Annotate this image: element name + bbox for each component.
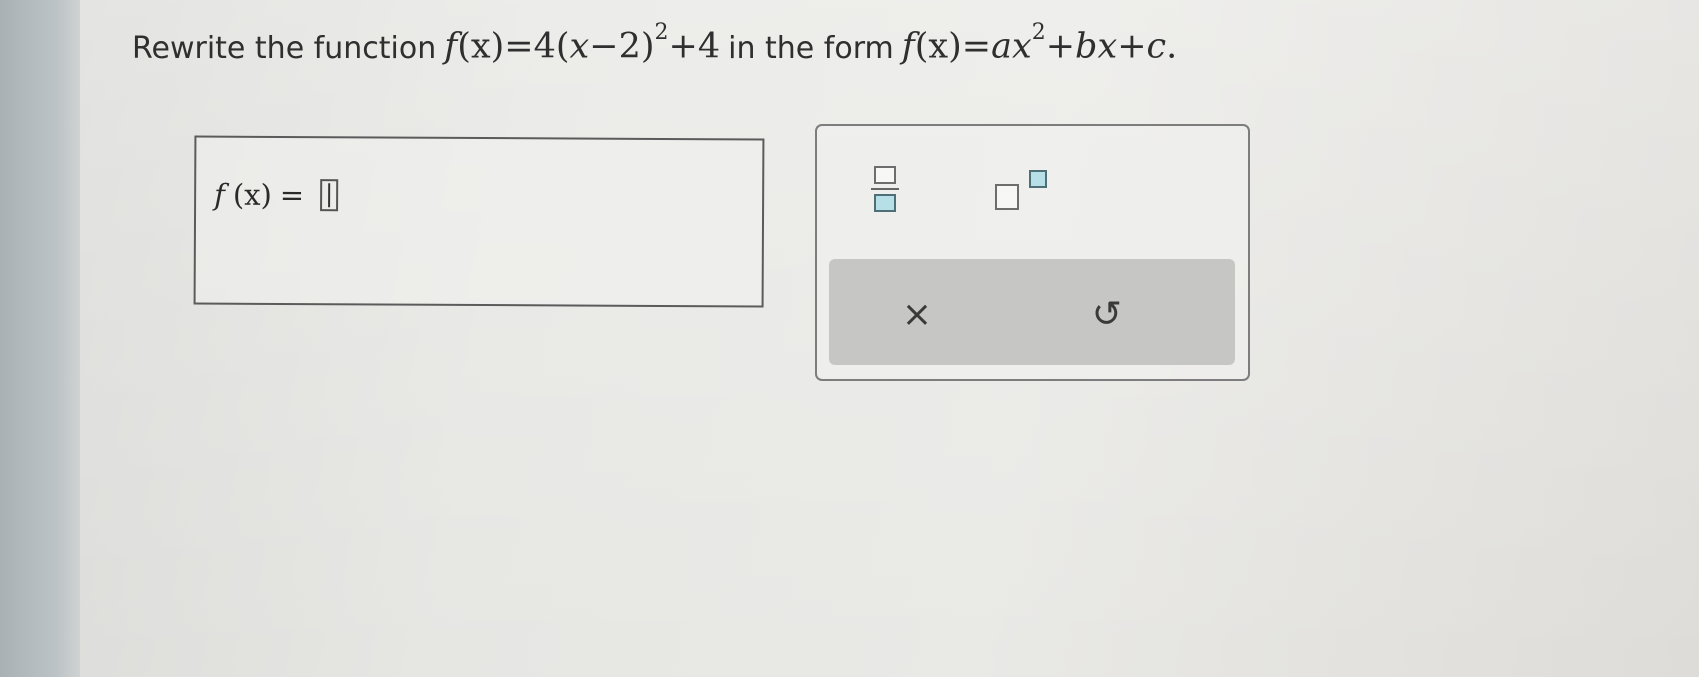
form-c: c <box>1146 26 1167 67</box>
fraction-bar <box>871 188 899 190</box>
question-middle: in the form <box>728 30 894 66</box>
answer-x-label: (x) <box>232 177 272 212</box>
given-tail: +4 <box>668 26 721 67</box>
undo-button[interactable]: ↺ <box>1077 289 1137 339</box>
form-plus-2: + <box>1117 26 1147 67</box>
form-x: (x) <box>914 26 962 67</box>
form-x-var: x <box>1011 26 1032 67</box>
form-exponent: 2 <box>1031 20 1046 45</box>
answer-equals: = <box>279 177 305 213</box>
exponent-power-slot <box>1029 170 1047 188</box>
fraction-numerator-slot <box>874 166 896 184</box>
exponent-base-slot <box>995 184 1019 210</box>
close-icon: × <box>901 293 933 335</box>
form-equals: = <box>961 26 992 67</box>
exponent-icon[interactable] <box>995 170 1055 212</box>
given-x: (x) <box>457 26 505 67</box>
given-rest: −2) <box>589 26 655 67</box>
form-b: b <box>1075 26 1098 67</box>
action-bar: × ↺ <box>829 259 1235 365</box>
target-form: f(x)=ax2+bx+c. <box>901 20 1178 67</box>
fraction-icon[interactable] <box>865 166 905 216</box>
question-prefix: Rewrite the function <box>132 30 437 66</box>
answer-input-box[interactable]: f (x) = <box>193 135 765 308</box>
math-tool-panel: × ↺ <box>815 124 1250 381</box>
given-function: f(x)=4(x−2)2+4 <box>444 20 721 67</box>
left-margin <box>0 0 80 677</box>
form-plus-1: + <box>1045 26 1076 67</box>
answer-f-label: f <box>214 177 225 212</box>
answer-entry-slot[interactable] <box>320 179 339 212</box>
undo-icon: ↺ <box>1091 293 1123 335</box>
answer-expression: f (x) = <box>214 177 339 213</box>
fraction-denominator-slot <box>874 194 896 212</box>
given-f: f <box>444 26 458 67</box>
given-rhs: =4( <box>504 26 570 67</box>
form-a: a <box>991 26 1012 67</box>
form-f: f <box>901 26 915 67</box>
question-text: Rewrite the function f(x)=4(x−2)2+4 in t… <box>132 20 1185 67</box>
form-period: . <box>1166 26 1178 67</box>
clear-button[interactable]: × <box>887 289 947 339</box>
form-x-var-2: x <box>1097 26 1118 67</box>
given-x-var: x <box>569 26 590 67</box>
given-exponent: 2 <box>654 20 669 45</box>
